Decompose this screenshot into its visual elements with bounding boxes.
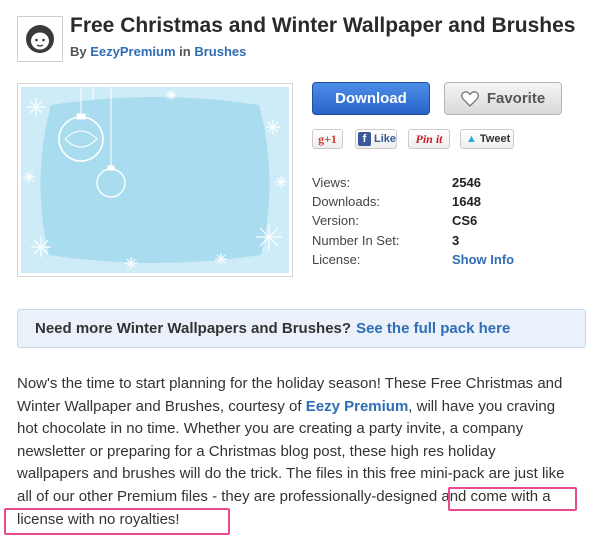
download-button[interactable]: Download: [312, 82, 430, 115]
byline-in: in: [179, 44, 191, 59]
highlight-box: [4, 508, 230, 535]
tweet-label: Tweet: [479, 133, 511, 145]
description-line: wallpapers and brushes will do the trick…: [17, 465, 565, 483]
description-line: Now's the time to start planning for the…: [17, 375, 563, 392]
like-label: Like: [373, 133, 396, 145]
preview-image[interactable]: [17, 83, 293, 277]
favorite-button[interactable]: Favorite: [444, 82, 562, 115]
number-in-set-label: Number In Set:: [312, 233, 400, 248]
favorite-label: Favorite: [486, 90, 546, 107]
facebook-like-button[interactable]: f Like: [355, 129, 397, 149]
author-avatar[interactable]: [17, 16, 63, 62]
heart-icon: [460, 90, 479, 107]
google-plus-button[interactable]: g+1: [312, 129, 343, 149]
pinterest-button[interactable]: Pin it: [408, 129, 450, 149]
description-text: , will have you craving: [408, 397, 556, 415]
description-line: hot chocolate in no time. Whether you ar…: [17, 420, 524, 438]
description-line: Winter Wallpaper and Brushes, courtesy o…: [17, 396, 589, 419]
byline: By EezyPremium in Brushes: [70, 44, 246, 59]
highlight-box: [448, 487, 577, 511]
winter-wallpaper-thumbnail: [21, 87, 289, 273]
byline-by: By: [70, 44, 87, 59]
views-value: 2546: [452, 175, 481, 190]
downloads-label: Downloads:: [312, 194, 380, 209]
eezy-premium-link[interactable]: Eezy Premium: [306, 398, 409, 415]
license-label: License:: [312, 252, 361, 267]
downloads-value: 1648: [452, 194, 481, 209]
callout-text: Need more Winter Wallpapers and Brushes?: [35, 320, 352, 337]
facebook-icon: f: [358, 132, 371, 146]
number-in-set-value: 3: [452, 233, 460, 248]
author-link[interactable]: EezyPremium: [90, 44, 175, 59]
full-pack-link[interactable]: See the full pack here: [356, 320, 510, 337]
views-label: Views:: [312, 175, 351, 190]
license-show-info-link[interactable]: Show Info: [452, 252, 514, 267]
version-value: CS6: [452, 213, 478, 228]
version-label: Version:: [312, 213, 359, 228]
page-title: Free Christmas and Winter Wallpaper and …: [70, 14, 576, 37]
category-link[interactable]: Brushes: [194, 44, 246, 59]
description-text: Winter Wallpaper and Brushes, courtesy o…: [17, 397, 306, 415]
twitter-bird-icon: ▲: [466, 133, 477, 145]
user-face-icon: [26, 25, 54, 53]
description-line: newsletter or preparing for a Christmas …: [17, 442, 496, 460]
tweet-button[interactable]: ▲ Tweet: [460, 129, 514, 149]
full-pack-callout: Need more Winter Wallpapers and Brushes?…: [17, 309, 586, 348]
